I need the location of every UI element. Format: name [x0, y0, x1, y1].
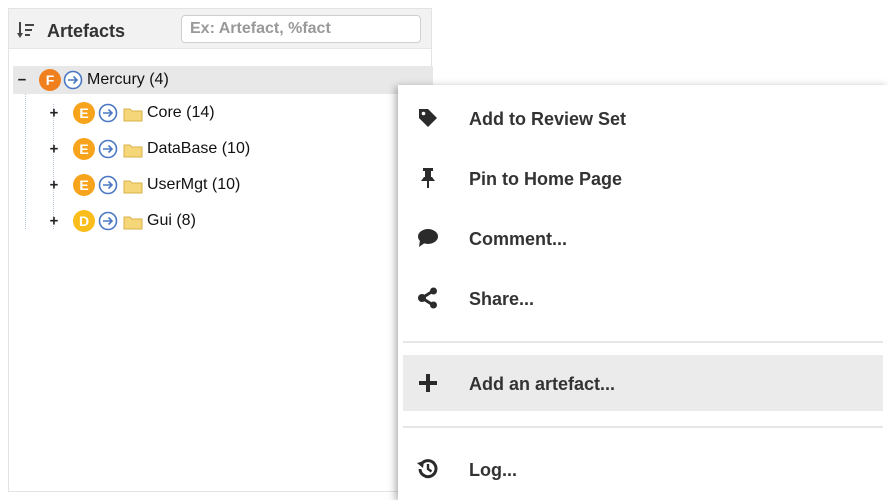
menu-separator	[403, 426, 883, 428]
status-badge: D	[73, 210, 95, 232]
navigate-arrow-icon[interactable]	[98, 103, 118, 123]
menu-item-label: Comment...	[469, 229, 568, 249]
menu-item-add-artefact[interactable]: Add an artefact...	[403, 355, 883, 411]
artefacts-panel: Artefacts − F Mercury (4) + E	[8, 8, 433, 492]
collapse-toggle[interactable]: −	[17, 73, 27, 87]
tree-node-label[interactable]: Gui (8)	[147, 212, 196, 230]
navigate-arrow-icon[interactable]	[98, 211, 118, 231]
navigate-arrow-icon[interactable]	[98, 139, 118, 159]
menu-separator	[403, 341, 883, 343]
menu-item-share[interactable]: Share...	[403, 270, 883, 326]
tag-icon	[419, 109, 437, 127]
comment-icon	[418, 229, 438, 247]
folder-icon	[123, 216, 143, 230]
artefact-search-input[interactable]	[181, 15, 421, 43]
menu-item-label: Add to Review Set	[469, 109, 627, 129]
expand-toggle[interactable]: +	[49, 142, 59, 156]
folder-icon	[123, 108, 143, 122]
tree-node-core[interactable]: + E Core (14)	[41, 99, 421, 127]
tree-node-label[interactable]: UserMgt (10)	[147, 176, 240, 194]
navigate-arrow-icon[interactable]	[98, 175, 118, 195]
menu-item-label: Add an artefact...	[469, 374, 616, 394]
tree-node-usermgt[interactable]: + E UserMgt (10)	[41, 171, 421, 199]
status-badge: E	[73, 102, 95, 124]
pin-icon	[421, 168, 435, 188]
share-icon	[418, 287, 437, 309]
tree-guide-line	[25, 91, 26, 229]
panel-header: Artefacts	[9, 9, 431, 49]
context-menu: Add to Review Set Pin to Home Page Comme…	[398, 85, 888, 500]
folder-icon	[123, 144, 143, 158]
tree-node-database[interactable]: + E DataBase (10)	[41, 135, 421, 163]
menu-item-pin-to-home-page[interactable]: Pin to Home Page	[403, 150, 883, 206]
tree-node-label[interactable]: Core (14)	[147, 104, 215, 122]
tree-node-root[interactable]: − F Mercury (4)	[13, 66, 433, 94]
tree-node-gui[interactable]: + D Gui (8)	[41, 207, 421, 235]
folder-icon	[123, 180, 143, 194]
status-badge: F	[39, 69, 61, 91]
expand-toggle[interactable]: +	[49, 214, 59, 228]
expand-toggle[interactable]: +	[49, 106, 59, 120]
menu-item-log[interactable]: Log...	[403, 441, 883, 497]
status-badge: E	[73, 174, 95, 196]
plus-icon	[419, 374, 437, 392]
history-icon	[417, 459, 438, 479]
menu-item-comment[interactable]: Comment...	[403, 210, 883, 266]
tree-node-label[interactable]: Mercury (4)	[87, 71, 169, 89]
menu-item-label: Share...	[469, 289, 535, 309]
navigate-arrow-icon[interactable]	[63, 70, 83, 90]
status-badge: E	[73, 138, 95, 160]
sort-icon[interactable]	[17, 21, 35, 39]
menu-item-add-to-review-set[interactable]: Add to Review Set	[403, 90, 883, 146]
panel-title: Artefacts	[47, 21, 126, 41]
menu-item-label: Pin to Home Page	[469, 169, 623, 189]
expand-toggle[interactable]: +	[49, 178, 59, 192]
menu-item-label: Log...	[469, 460, 517, 480]
tree-node-label[interactable]: DataBase (10)	[147, 140, 250, 158]
